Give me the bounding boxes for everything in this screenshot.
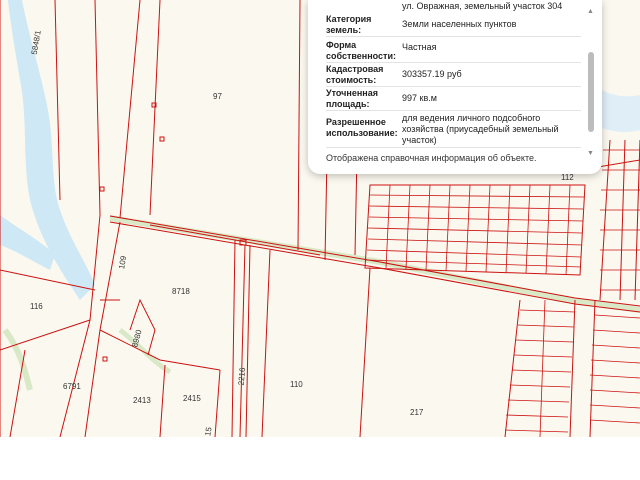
road-strip-west — [2, 328, 33, 391]
road-strip-south — [118, 328, 172, 375]
divider — [326, 36, 581, 37]
info-key: Категория земель: — [326, 14, 372, 35]
plot-label-2413: 2413 — [133, 396, 151, 405]
plot-label-110: 110 — [290, 380, 303, 389]
plot-label-15: 15 — [203, 426, 214, 437]
info-key: Уточненная площадь: — [326, 88, 378, 109]
popup-footer-note: Отображена справочная информация об объе… — [326, 153, 537, 163]
parcel-info-popup[interactable]: ул. Овражная, земельный участок 304 Кате… — [308, 0, 602, 174]
plot-label-2216: 2216 — [236, 367, 248, 386]
plot-label-116: 116 — [30, 302, 43, 311]
scroll-thumb[interactable] — [588, 52, 594, 132]
info-key: Форма собственности: — [326, 40, 396, 61]
plot-label-2415: 2415 — [183, 394, 201, 403]
info-key: Разрешенное использование: — [326, 117, 398, 138]
scroll-up-icon[interactable]: ▲ — [587, 8, 594, 15]
divider — [326, 62, 581, 63]
info-value: 303357.19 руб — [402, 69, 462, 79]
info-key: Кадастровая стоимость: — [326, 64, 384, 85]
plot-label-6791: 6791 — [63, 382, 81, 391]
divider — [326, 110, 581, 111]
popup-scrollbar[interactable]: ▲ ▼ — [587, 8, 594, 158]
info-value: для ведения личного подсобного хозяйства… — [402, 113, 559, 145]
info-value: 997 кв.м — [402, 93, 437, 103]
plot-label-217: 217 — [410, 408, 424, 417]
small-markers — [99, 102, 247, 362]
info-value: Земли населенных пунктов — [402, 19, 517, 29]
address-value: ул. Овражная, земельный участок 304 — [402, 1, 563, 11]
plot-label-112: 112 — [561, 173, 574, 182]
scroll-down-icon[interactable]: ▼ — [587, 150, 594, 157]
parcel-grid-east — [365, 149, 640, 437]
info-value: Частная — [402, 42, 437, 52]
plot-label-97: 97 — [213, 92, 222, 101]
bottom-blank-area — [0, 437, 640, 480]
plot-label-8718: 8718 — [172, 287, 190, 296]
divider — [326, 147, 581, 148]
divider — [326, 86, 581, 87]
